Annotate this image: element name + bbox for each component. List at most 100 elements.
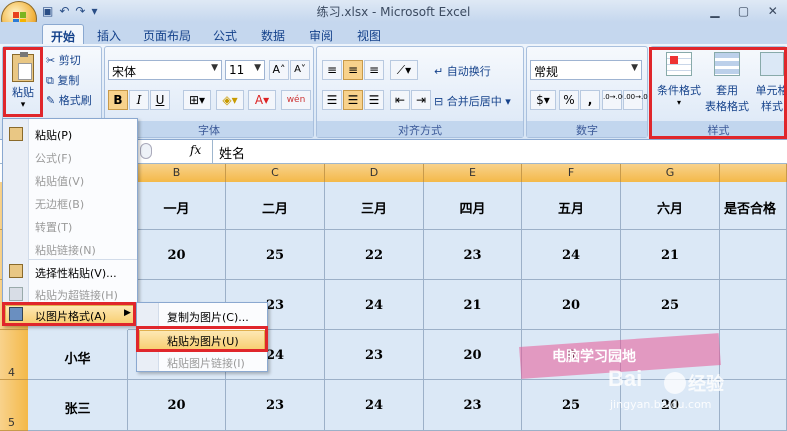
minimize-icon[interactable]: ▁ [710,4,719,18]
font-size-combo[interactable]: 11 ▼ [225,60,265,80]
decrease-indent-icon[interactable]: ⇤ [390,90,410,110]
column-header-b[interactable]: B [128,164,226,182]
tab-page-layout[interactable]: 页面布局 [136,24,198,44]
align-top-icon[interactable]: ≡ [322,60,342,80]
table-header-cell[interactable]: 是否合格 [720,182,787,230]
percent-button[interactable]: % [559,90,579,110]
align-right-icon[interactable]: ☰ [364,90,384,110]
menu-item-paste-hyperlink[interactable]: 粘贴为超链接(H) [35,287,118,303]
menu-item-paste[interactable]: 粘贴(P) [35,127,72,143]
menu-item-copy-as-picture[interactable]: 复制为图片(C)... [167,309,249,325]
increase-decimal-button[interactable]: .0→.00 [602,90,627,110]
table-cell[interactable]: 23 [226,380,325,431]
border-icon[interactable]: ⊞▾ [183,90,211,110]
fill-color-icon[interactable]: ◈▾ [216,90,244,110]
table-cell[interactable] [720,230,787,280]
copy-button[interactable]: ⧉ 复制 [46,72,79,88]
table-cell[interactable] [720,380,787,431]
row-header-5[interactable]: 5 [0,380,28,431]
table-cell[interactable]: 23 [325,330,424,380]
table-header-cell[interactable]: 一月 [128,182,226,230]
table-cell[interactable]: 25 [621,280,720,330]
table-cell[interactable]: 22 [325,230,424,280]
column-header-c[interactable]: C [226,164,325,182]
table-cell[interactable] [720,280,787,330]
table-cell[interactable]: 24 [522,230,621,280]
column-header-h[interactable] [720,164,787,182]
font-color-icon[interactable]: A▾ [248,90,276,110]
tab-view[interactable]: 视图 [348,24,390,44]
table-header-cell[interactable]: 四月 [424,182,522,230]
font-name-combo[interactable]: 宋体 ▼ [108,60,222,80]
table-cell[interactable]: 21 [424,280,522,330]
tab-formulas[interactable]: 公式 [204,24,246,44]
table-header-cell[interactable]: 三月 [325,182,424,230]
table-cell[interactable]: 24 [325,380,424,431]
table-header-cell[interactable]: 二月 [226,182,325,230]
menu-item-paste-values[interactable]: 粘贴值(V) [35,173,84,189]
table-cell[interactable]: 23 [424,230,522,280]
grow-font-button[interactable]: A˄ [269,60,289,80]
cut-button[interactable]: ✂ 剪切 [46,52,81,68]
decrease-decimal-button[interactable]: .00→.0 [623,90,648,110]
menu-item-paste-special[interactable]: 选择性粘贴(V)... [35,265,117,281]
menu-item-paste-link[interactable]: 粘贴链接(N) [35,242,96,258]
tab-insert[interactable]: 插入 [88,24,130,44]
table-cell[interactable]: 20 [522,280,621,330]
formula-input[interactable]: 姓名 [212,140,787,163]
name-cell[interactable]: 小华 [28,330,128,380]
tab-review[interactable]: 审阅 [300,24,342,44]
align-left-icon[interactable]: ☰ [322,90,342,110]
menu-item-no-borders[interactable]: 无边框(B) [35,196,84,212]
name-cell[interactable]: 张三 [28,380,128,431]
fx-icon[interactable]: fx [190,143,201,157]
table-cell[interactable]: 25 [226,230,325,280]
menu-item-paste-picture-link[interactable]: 粘贴图片链接(I) [167,355,245,371]
align-middle-icon[interactable]: ≡ [343,60,363,80]
column-header-e[interactable]: E [424,164,522,182]
wrap-text-button[interactable]: ↵ 自动换行 [434,63,491,79]
formula-bar-toggle[interactable] [140,143,152,159]
customize-qat-icon[interactable]: ▾ [91,4,97,18]
close-icon[interactable]: ✕ [768,4,778,18]
currency-icon[interactable]: $▾ [530,90,556,110]
table-cell[interactable]: 23 [424,380,522,431]
table-header-cell[interactable]: 六月 [621,182,720,230]
bold-button[interactable]: B [108,90,128,110]
paw-icon [664,372,686,394]
shrink-font-button[interactable]: A˅ [290,60,310,80]
table-cell[interactable]: 25 [522,380,621,431]
table-cell[interactable]: 20 [128,380,226,431]
table-header-cell[interactable]: 五月 [522,182,621,230]
comma-button[interactable]: , [580,90,600,110]
table-cell[interactable] [720,330,787,380]
table-cell[interactable]: 24 [325,280,424,330]
format-painter-button[interactable]: ✎ 格式刷 [46,92,92,108]
row-header-4[interactable]: 4 [0,330,28,380]
orientation-icon[interactable]: ⟋▾ [390,60,418,80]
save-icon[interactable]: ▣ [42,4,53,18]
maximize-icon[interactable]: ▢ [738,4,749,18]
number-format-combo[interactable]: 常规 ▼ [530,60,642,80]
align-bottom-icon[interactable]: ≡ [364,60,384,80]
tab-home[interactable]: 开始 [42,24,84,44]
menu-item-formulas[interactable]: 公式(F) [35,150,72,166]
italic-button[interactable]: I [129,90,149,110]
menu-item-transpose[interactable]: 转置(T) [35,219,72,235]
table-cell[interactable]: 20 [424,330,522,380]
increase-indent-icon[interactable]: ⇥ [411,90,431,110]
underline-button[interactable]: U [150,90,170,110]
column-header-g[interactable]: G [621,164,720,182]
undo-icon[interactable]: ↶ [59,4,69,18]
styles-highlight [649,47,787,139]
table-cell[interactable]: 21 [621,230,720,280]
paste-special-icon [9,264,23,278]
table-cell[interactable]: 20 [128,230,226,280]
tab-data[interactable]: 数据 [252,24,294,44]
merge-center-button[interactable]: ⊟ 合并后居中 ▾ [434,93,511,109]
redo-icon[interactable]: ↷ [75,4,85,18]
column-header-f[interactable]: F [522,164,621,182]
align-center-icon[interactable]: ☰ [343,90,363,110]
column-header-d[interactable]: D [325,164,424,182]
phonetic-button[interactable]: wén [281,90,311,110]
